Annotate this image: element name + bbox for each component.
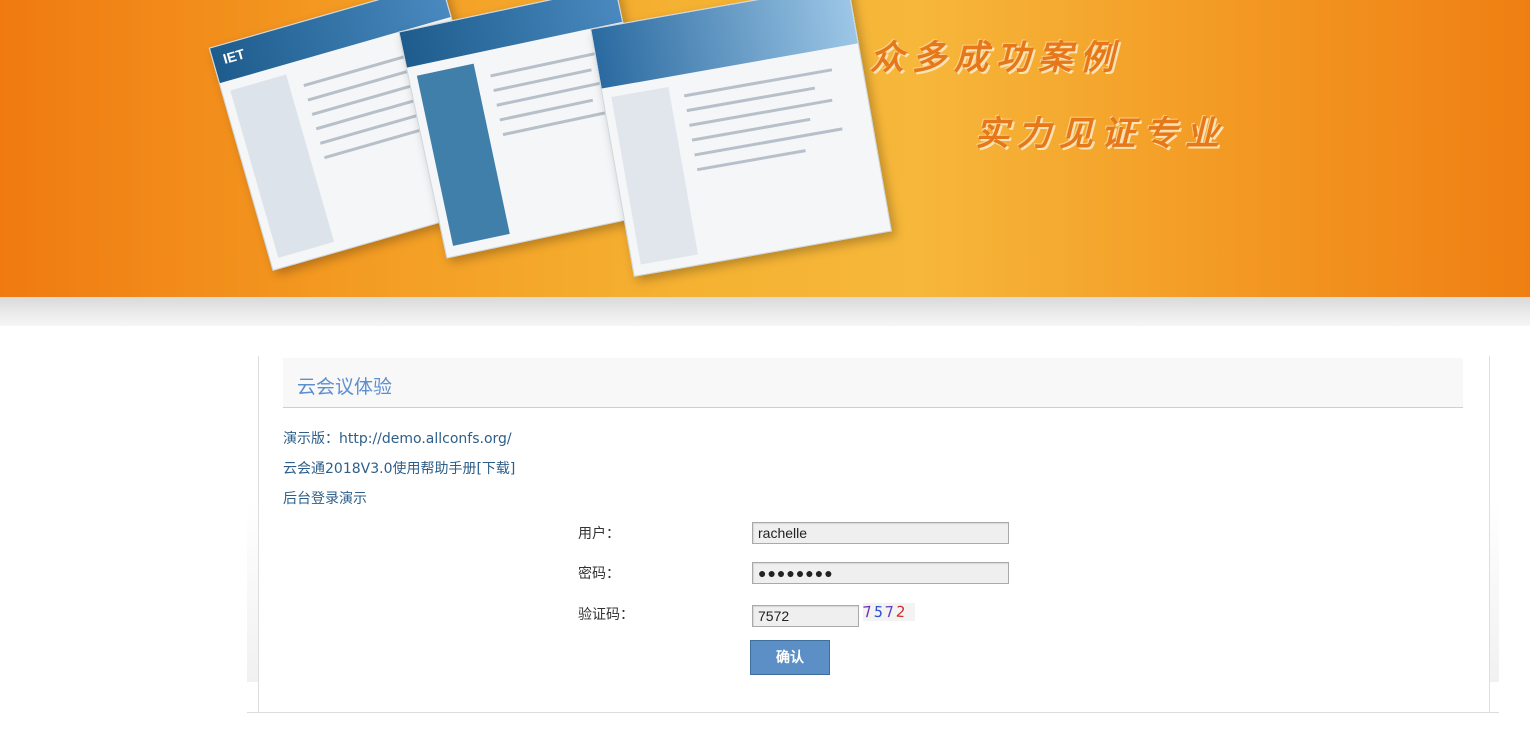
captcha-digit: 2 [895, 602, 908, 622]
section-header: 云会议体验 [283, 358, 1463, 408]
slogan-line-2: 实力见证专业 [975, 114, 1227, 154]
slogan-line-1: 众多成功案例 [870, 38, 1122, 78]
password-label: 密码： [578, 566, 620, 582]
backend-login-demo-link[interactable]: 后台登录演示 [283, 488, 367, 508]
captcha-input[interactable]: 7572 [752, 605, 859, 627]
user-label: 用户： [578, 526, 620, 542]
captcha-label: 验证码： [578, 607, 634, 623]
demo-link[interactable]: 演示版：http://demo.allconfs.org/ [283, 428, 512, 448]
divider-strip [0, 297, 1530, 326]
username-input[interactable]: rachelle [752, 522, 1009, 544]
section-title: 云会议体验 [297, 376, 393, 398]
captcha-image[interactable]: 7572 [862, 602, 915, 622]
website-screenshot-3 [590, 0, 892, 277]
password-input[interactable]: ●●●●●●●● [752, 562, 1009, 584]
manual-download-link[interactable]: 云会通2018V3.0使用帮助手册[下载] [283, 458, 515, 478]
header-banner: IET 众多成功案例 实力见证专业 [0, 0, 1530, 297]
confirm-button[interactable]: 确认 [750, 640, 830, 675]
